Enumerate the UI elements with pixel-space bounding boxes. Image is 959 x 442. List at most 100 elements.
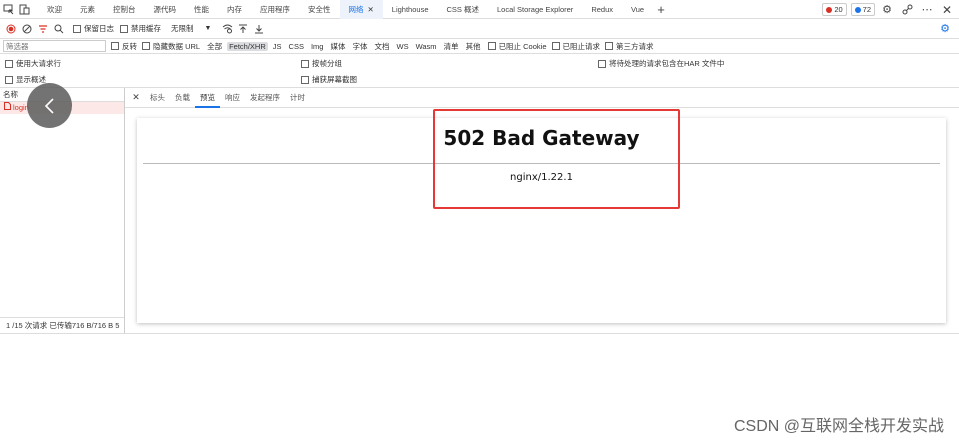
throttling-select[interactable]: 无限制 ▼ <box>167 22 215 35</box>
panel-bottom-border <box>0 333 959 334</box>
filter-input[interactable]: 筛选器 <box>3 40 106 52</box>
third-party-checkbox[interactable]: 第三方请求 <box>605 41 654 52</box>
large-rows-box[interactable] <box>5 59 13 68</box>
request-summary-status: 1 /15 次请求 已传输716 B/716 B 5 <box>0 317 124 333</box>
capture-screenshots-box[interactable] <box>301 75 309 84</box>
filter-icon[interactable] <box>35 21 51 37</box>
filter-chip-10[interactable]: 清单 <box>442 41 461 52</box>
third-party-label: 第三方请求 <box>616 41 654 51</box>
detail-tab-3[interactable]: 响应 <box>220 88 245 108</box>
watermark: CSDN @互联网全栈开发实战 <box>733 418 944 435</box>
inspect-element-icon[interactable] <box>0 1 16 17</box>
throttling-value: 无限制 <box>171 24 194 33</box>
close-detail-icon[interactable]: ✕ <box>127 92 145 103</box>
network-settings-gear-icon[interactable]: ⚙ <box>937 21 953 37</box>
close-devtools-icon[interactable]: ✕ <box>939 2 955 18</box>
capture-screenshots-checkbox[interactable]: 捕获屏幕截图 <box>301 74 357 85</box>
group-by-frame-box[interactable] <box>301 59 309 68</box>
network-conditions-icon[interactable] <box>219 21 235 37</box>
filter-chip-1[interactable]: Fetch/XHR <box>227 41 268 51</box>
tab-label: Lighthouse <box>391 4 429 14</box>
filter-chip-6[interactable]: 字体 <box>350 41 369 52</box>
tab-7[interactable]: 安全性 <box>299 0 340 19</box>
dropdown-arrow-icon: ▼ <box>204 25 212 32</box>
tab-label: 内存 <box>227 4 242 14</box>
blocked-cookies-checkbox[interactable]: 已阻止 Cookie <box>487 41 547 52</box>
detail-tab-0[interactable]: 标头 <box>145 88 170 108</box>
filter-chip-0[interactable]: 全部 <box>205 41 224 52</box>
import-har-icon[interactable] <box>235 21 251 37</box>
tab-11[interactable]: Local Storage Explorer <box>488 0 582 19</box>
hide-data-urls-label: 隐藏数据 URL <box>153 41 201 51</box>
filter-chip-3[interactable]: CSS <box>287 42 306 51</box>
show-overview-box[interactable] <box>5 75 13 84</box>
filter-chip-2[interactable]: JS <box>271 42 284 51</box>
tab-label: 应用程序 <box>260 4 290 14</box>
add-tab-icon[interactable]: + <box>653 1 669 17</box>
export-har-icon[interactable] <box>251 21 267 37</box>
close-tab-icon[interactable]: ✕ <box>368 5 374 14</box>
device-emulation-icon[interactable] <box>16 1 32 17</box>
disable-cache-checkbox[interactable]: 禁用缓存 <box>120 23 161 34</box>
tab-10[interactable]: CSS 概述 <box>438 0 489 19</box>
filter-chip-11[interactable]: 其他 <box>464 41 483 52</box>
error-count-badge[interactable]: 20 <box>822 3 847 16</box>
blocked-requests-box[interactable] <box>551 42 560 50</box>
error-highlight-box <box>433 109 680 209</box>
chevron-left-icon <box>44 97 54 114</box>
har-pending-checkbox[interactable]: 将待处理的请求包含在HAR 文件中 <box>598 58 724 69</box>
hide-data-urls-checkbox[interactable]: 隐藏数据 URL <box>142 41 200 52</box>
har-pending-box[interactable] <box>598 59 606 68</box>
preserve-log-box[interactable] <box>73 24 81 33</box>
gear-icon[interactable]: ⚙ <box>879 2 895 18</box>
filter-chip-5[interactable]: 媒体 <box>328 41 347 52</box>
show-overview-checkbox[interactable]: 显示概述 <box>5 74 46 85</box>
more-options-icon[interactable]: ⋯ <box>919 2 935 18</box>
tab-1[interactable]: 元素 <box>71 0 104 19</box>
filter-chip-8[interactable]: WS <box>394 42 410 51</box>
tab-label: 欢迎 <box>47 4 62 14</box>
group-by-frame-checkbox[interactable]: 按帧分组 <box>301 58 342 69</box>
message-dot-icon <box>854 6 861 13</box>
preserve-log-checkbox[interactable]: 保留日志 <box>73 23 114 34</box>
invert-checkbox[interactable]: 反转 <box>111 41 137 52</box>
tab-5[interactable]: 内存 <box>218 0 251 19</box>
tab-2[interactable]: 控制台 <box>104 0 145 19</box>
tab-9[interactable]: Lighthouse <box>383 0 438 19</box>
large-rows-label: 使用大请求行 <box>16 59 61 68</box>
clear-icon[interactable] <box>19 21 35 37</box>
capture-screenshots-label: 捕获屏幕截图 <box>312 75 357 84</box>
back-button[interactable] <box>27 83 72 128</box>
filter-chip-4[interactable]: Img <box>309 42 326 51</box>
search-icon[interactable] <box>51 21 67 37</box>
filter-chip-9[interactable]: Wasm <box>414 42 439 51</box>
devtools-tabbar: 欢迎 元素 控制台 源代码 性能 内存 应用程序 安全性 网络 ✕ Lighthouse CSS 概述… <box>0 0 959 19</box>
tab-label: 安全性 <box>308 4 331 14</box>
error-count: 20 <box>834 5 843 14</box>
error-dot-icon <box>826 6 833 13</box>
customize-icon[interactable] <box>899 2 915 18</box>
message-count-badge[interactable]: 72 <box>850 3 875 16</box>
hide-data-urls-box[interactable] <box>142 42 150 50</box>
network-toolbar: 保留日志 禁用缓存 无限制 ▼ ⚙ <box>0 19 959 39</box>
blocked-requests-checkbox[interactable]: 已阻止请求 <box>551 41 600 52</box>
tab-0[interactable]: 欢迎 <box>38 0 71 19</box>
invert-box[interactable] <box>111 42 119 50</box>
large-rows-checkbox[interactable]: 使用大请求行 <box>5 58 61 69</box>
detail-tab-5[interactable]: 计时 <box>285 88 310 108</box>
tab-6[interactable]: 应用程序 <box>251 0 299 19</box>
tab-3[interactable]: 源代码 <box>145 0 186 19</box>
blocked-cookies-box[interactable] <box>487 42 496 50</box>
tab-4[interactable]: 性能 <box>185 0 218 19</box>
detail-tab-1[interactable]: 负载 <box>170 88 195 108</box>
detail-tab-4[interactable]: 发起程序 <box>245 88 285 108</box>
disable-cache-box[interactable] <box>120 24 128 33</box>
filter-chip-7[interactable]: 文档 <box>372 41 391 52</box>
preserve-log-label: 保留日志 <box>84 24 114 33</box>
detail-tab-2[interactable]: 预览 <box>195 88 220 108</box>
record-icon[interactable] <box>3 21 19 37</box>
tab-8[interactable]: 网络 ✕ <box>339 0 383 19</box>
tab-13[interactable]: Vue <box>622 0 653 19</box>
tab-12[interactable]: Redux <box>582 0 622 19</box>
third-party-box[interactable] <box>605 42 613 50</box>
